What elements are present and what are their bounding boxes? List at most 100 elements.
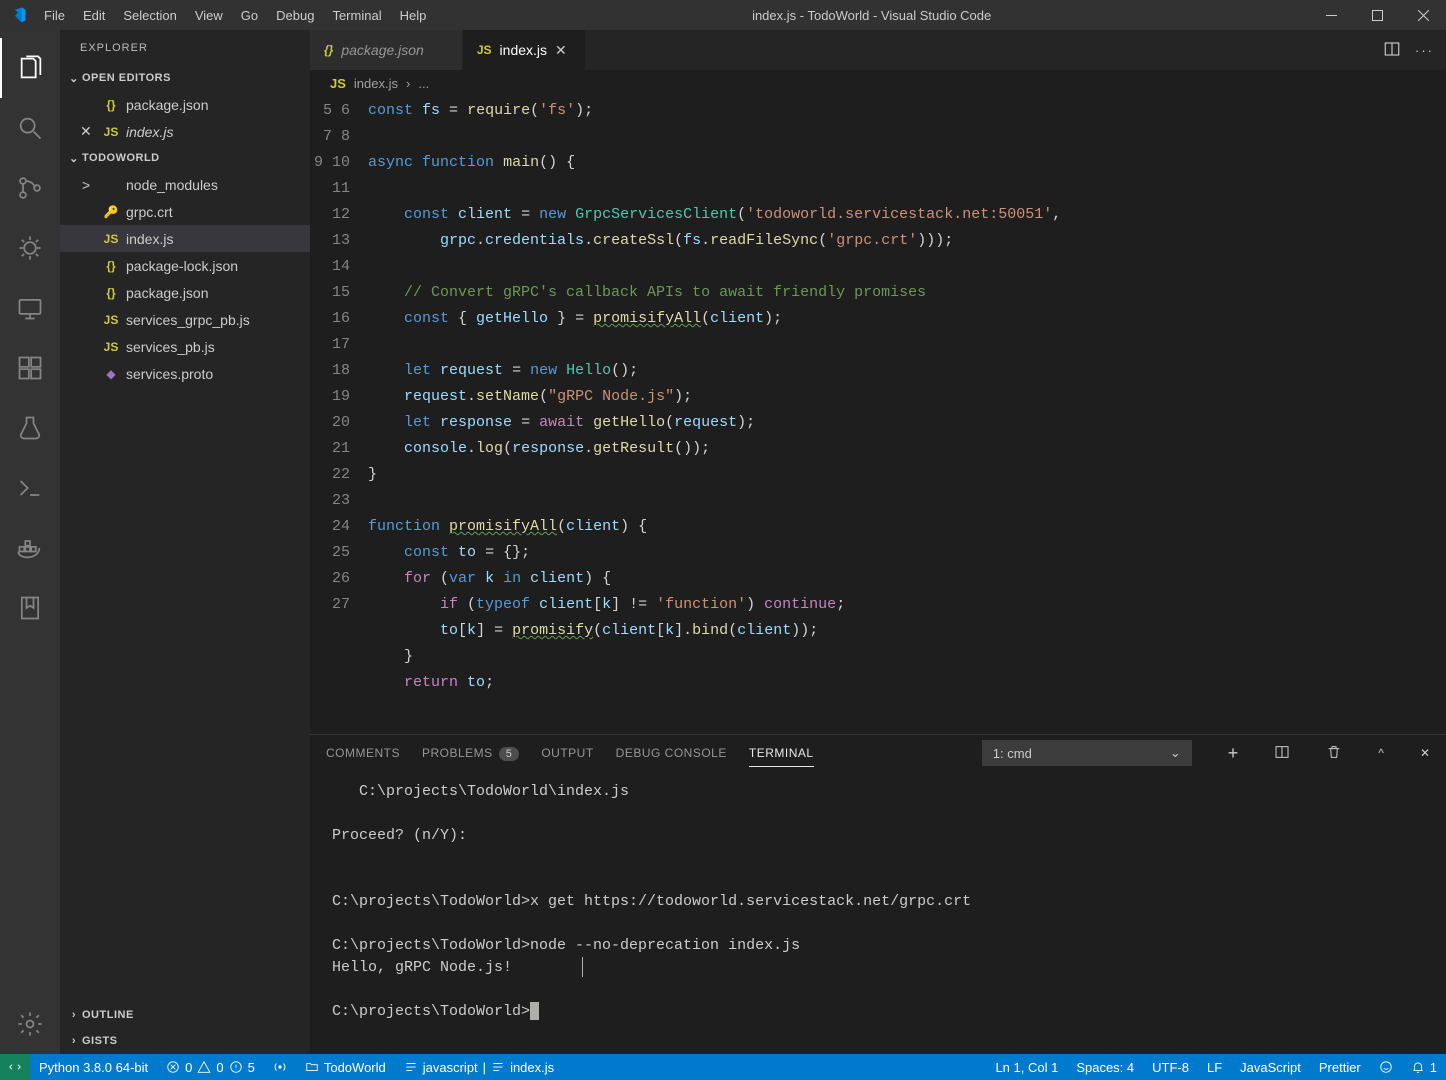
problems-badge: 5 — [499, 747, 520, 761]
close-button[interactable] — [1400, 0, 1446, 30]
menu-selection[interactable]: Selection — [114, 8, 185, 23]
terminal-shortcut-icon[interactable] — [0, 458, 60, 518]
file-icon: JS — [102, 313, 120, 327]
menu-view[interactable]: View — [186, 8, 232, 23]
minimize-button[interactable] — [1308, 0, 1354, 30]
file-tree-item[interactable]: ›JSservices_pb.js — [60, 333, 310, 360]
maximize-panel-icon[interactable]: ^ — [1378, 746, 1384, 760]
file-name: package.json — [126, 97, 209, 113]
tab-label: index.js — [500, 42, 547, 58]
file-tree-item[interactable]: >node_modules — [60, 171, 310, 198]
outline-section[interactable]: › OUTLINE — [60, 1002, 310, 1028]
minimap[interactable] — [1356, 96, 1446, 734]
status-bar: Python 3.8.0 64-bit 0 0 5 TodoWorld java… — [0, 1054, 1446, 1080]
source-control-icon[interactable] — [0, 158, 60, 218]
kill-terminal-icon[interactable] — [1326, 744, 1342, 763]
chevron-down-icon: ⌄ — [66, 72, 82, 85]
tab-label: package.json — [341, 42, 424, 58]
python-interpreter[interactable]: Python 3.8.0 64-bit — [30, 1054, 157, 1080]
bookmark-icon[interactable] — [0, 578, 60, 638]
terminal-output[interactable]: C:\projects\TodoWorld\index.js Proceed? … — [310, 771, 1446, 1054]
breadcrumb-sep: › — [406, 76, 410, 91]
menu-go[interactable]: Go — [232, 8, 267, 23]
menu-edit[interactable]: Edit — [74, 8, 114, 23]
file-tree-item[interactable]: ›{}package-lock.json — [60, 252, 310, 279]
file-icon: {} — [102, 98, 120, 112]
file-tree-item[interactable]: ›JSservices_grpc_pb.js — [60, 306, 310, 333]
file-tree-item[interactable]: ›{}package.json — [60, 279, 310, 306]
code-content[interactable]: const fs = require('fs'); async function… — [368, 96, 1446, 734]
menu-terminal[interactable]: Terminal — [323, 8, 390, 23]
close-icon[interactable]: ✕ — [555, 42, 571, 59]
line-gutter: 5 6 7 8 9 10 11 12 13 14 15 16 17 18 19 … — [310, 96, 368, 734]
settings-gear-icon[interactable] — [0, 994, 60, 1054]
terminal-selector[interactable]: 1: cmd ⌄ — [982, 740, 1192, 766]
cursor-position[interactable]: Ln 1, Col 1 — [986, 1054, 1067, 1080]
more-actions-icon[interactable]: ··· — [1415, 43, 1434, 58]
radio-icon[interactable] — [264, 1054, 296, 1080]
menu-file[interactable]: File — [35, 8, 74, 23]
lang-context[interactable]: javascript | index.js — [395, 1054, 563, 1080]
maximize-button[interactable] — [1354, 0, 1400, 30]
close-icon[interactable]: ✕ — [80, 123, 96, 140]
remote-indicator[interactable] — [0, 1054, 30, 1080]
panel-tab-terminal[interactable]: TERMINAL — [749, 740, 814, 767]
docker-icon[interactable] — [0, 518, 60, 578]
window-title: index.js - TodoWorld - Visual Studio Cod… — [435, 8, 1308, 23]
indentation[interactable]: Spaces: 4 — [1067, 1054, 1143, 1080]
split-editor-icon[interactable] — [1383, 40, 1401, 61]
open-editor-item[interactable]: {} package.json — [60, 91, 310, 118]
extensions-icon[interactable] — [0, 338, 60, 398]
prettier-status[interactable]: Prettier — [1310, 1054, 1370, 1080]
js-file-icon: JS — [330, 76, 346, 91]
panel-tab-debug-console[interactable]: DEBUG CONSOLE — [616, 740, 727, 767]
file-name: index.js — [126, 124, 173, 140]
chevron-right-icon: › — [66, 1009, 82, 1021]
remote-icon[interactable] — [0, 278, 60, 338]
open-editors-section[interactable]: ⌄ OPEN EDITORS — [60, 65, 310, 91]
open-editors-list: {} package.json ✕JSindex.js — [60, 91, 310, 145]
file-name: node_modules — [126, 177, 218, 193]
menu-debug[interactable]: Debug — [267, 8, 323, 23]
file-tree-item[interactable]: ›JSindex.js — [60, 225, 310, 252]
close-panel-icon[interactable]: ✕ — [1420, 746, 1430, 760]
file-icon: JS — [102, 232, 120, 246]
encoding[interactable]: UTF-8 — [1143, 1054, 1198, 1080]
gists-section[interactable]: › GISTS — [60, 1028, 310, 1054]
open-editor-item[interactable]: ✕JSindex.js — [60, 118, 310, 145]
editor-tab[interactable]: JSindex.js✕ — [463, 30, 586, 70]
menu-bar: FileEditSelectionViewGoDebugTerminalHelp — [35, 8, 435, 23]
file-tree-item[interactable]: ›◆services.proto — [60, 360, 310, 387]
file-tree-item[interactable]: ›🔑grpc.crt — [60, 198, 310, 225]
notifications-icon[interactable]: 1 — [1402, 1054, 1446, 1080]
panel-tab-comments[interactable]: COMMENTS — [326, 740, 400, 767]
new-terminal-icon[interactable]: + — [1228, 743, 1239, 764]
menu-help[interactable]: Help — [391, 8, 436, 23]
panel-tab-output[interactable]: OUTPUT — [541, 740, 593, 767]
terminal-selector-label: 1: cmd — [993, 746, 1032, 761]
problems-status[interactable]: 0 0 5 — [157, 1054, 264, 1080]
explorer-icon[interactable] — [0, 38, 60, 98]
file-name: grpc.crt — [126, 204, 173, 220]
file-name: index.js — [126, 231, 173, 247]
split-terminal-icon[interactable] — [1274, 744, 1290, 763]
search-icon[interactable] — [0, 98, 60, 158]
eol[interactable]: LF — [1198, 1054, 1231, 1080]
feedback-icon[interactable] — [1370, 1054, 1402, 1080]
debug-icon[interactable] — [0, 218, 60, 278]
panel-tab-problems[interactable]: PROBLEMS5 — [422, 740, 519, 767]
language-mode[interactable]: JavaScript — [1231, 1054, 1310, 1080]
file-icon: {} — [102, 259, 120, 273]
project-name[interactable]: TodoWorld — [296, 1054, 395, 1080]
code-editor[interactable]: 5 6 7 8 9 10 11 12 13 14 15 16 17 18 19 … — [310, 96, 1446, 734]
editor-tab[interactable]: {}package.json — [310, 30, 463, 70]
vscode-logo-icon — [0, 6, 35, 24]
chevron-down-icon: ⌄ — [1170, 745, 1181, 761]
workspace-section[interactable]: ⌄ TODOWORLD — [60, 145, 310, 171]
breadcrumb[interactable]: JS index.js › ... — [310, 70, 1446, 96]
file-name: package.json — [126, 285, 209, 301]
editor-area: {}package.json JS index.js ✕ ··· JS index.j… — [310, 30, 1446, 1054]
breadcrumb-rest: ... — [418, 76, 429, 91]
testing-icon[interactable] — [0, 398, 60, 458]
file-icon: 🔑 — [102, 205, 120, 219]
